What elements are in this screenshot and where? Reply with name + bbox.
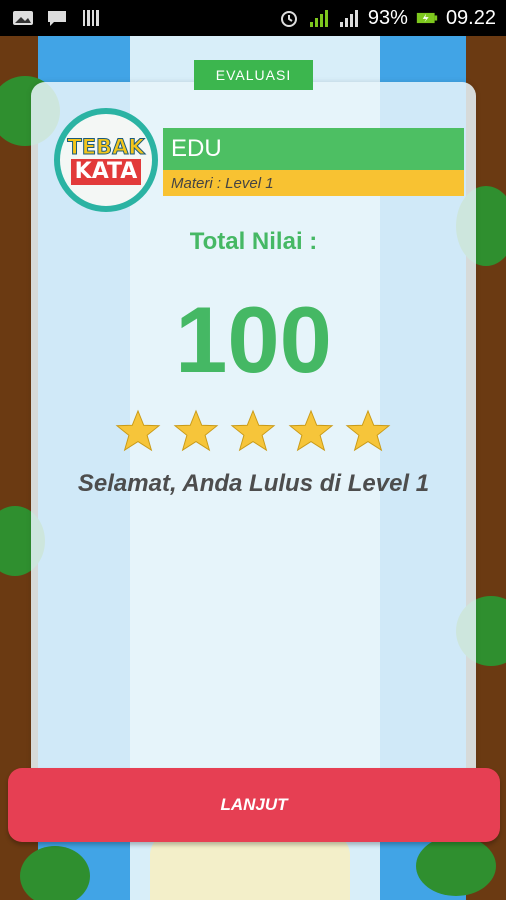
continue-button[interactable]: LANJUT: [8, 768, 500, 842]
star-icon: [230, 409, 276, 452]
signal-2-icon: [338, 9, 360, 27]
star-icon: [115, 409, 161, 452]
evaluasi-tab: EVALUASI: [194, 60, 313, 90]
result-message: Selamat, Anda Lulus di Level 1: [77, 470, 430, 497]
score-value: 100: [175, 287, 332, 392]
total-score-label: Total Nilai :: [189, 228, 318, 255]
star-icon: [173, 409, 218, 452]
star-icon: [345, 409, 391, 452]
star-rating: [115, 408, 391, 454]
bush-decoration: [20, 846, 90, 900]
materi-label: Materi : Level 1: [163, 170, 464, 196]
clock: 09.22: [445, 6, 496, 29]
status-bar: 93% 09.22: [0, 0, 506, 36]
bush-decoration: [416, 836, 496, 896]
star-icon: [288, 409, 333, 452]
category-label: EDU: [163, 128, 464, 170]
battery-icon: [416, 9, 438, 27]
gallery-icon: [12, 9, 34, 27]
signal-1-icon: [308, 9, 330, 27]
logo-text-tebak: TEBAK: [67, 135, 145, 160]
chat-icon: [46, 9, 68, 27]
logo-text-kata: KATA: [70, 159, 142, 185]
tebak-kata-logo: TEBAK KATA: [54, 108, 158, 212]
battery-percent: 93%: [367, 6, 408, 29]
alarm-icon: [278, 9, 300, 27]
barcode-icon: [80, 9, 102, 27]
